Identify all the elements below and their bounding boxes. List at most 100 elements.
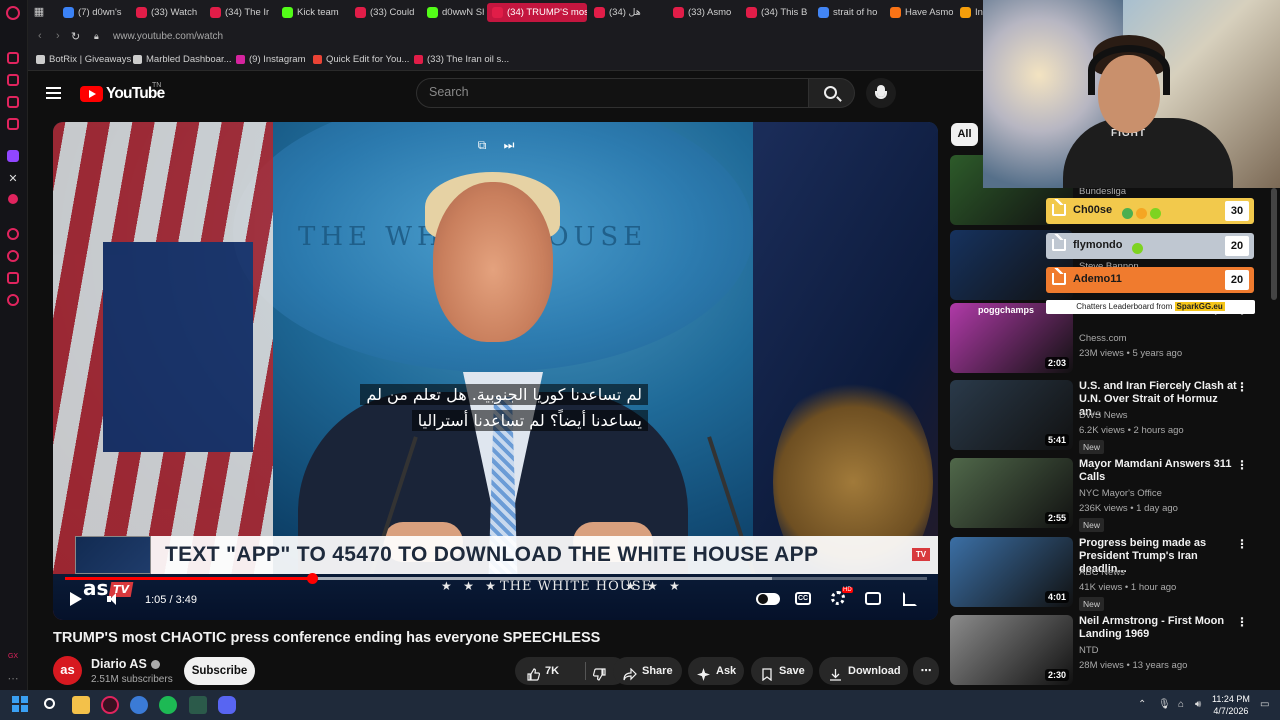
tray-volume-icon[interactable]: 🔊︎ xyxy=(1195,699,1201,710)
recommendation-channel[interactable]: ABC News xyxy=(1079,567,1125,578)
notification-icon[interactable]: ▭ xyxy=(1260,699,1269,710)
share-button[interactable]: Share xyxy=(613,657,682,685)
next-video-icon[interactable]: ⏭︎ xyxy=(501,138,517,152)
page-scrollbar[interactable] xyxy=(1271,188,1277,300)
spotify-icon[interactable] xyxy=(159,696,177,714)
search-button[interactable] xyxy=(809,78,855,108)
more-vert-icon[interactable]: ⋮ xyxy=(1236,615,1248,629)
browser-tab[interactable]: (33) Watch xyxy=(131,3,201,22)
windows-start-icon[interactable] xyxy=(12,696,30,714)
bookmark-item[interactable]: Marbled Dashboar... xyxy=(133,53,232,66)
recommendation-item[interactable]: 2:55 Mayor Mamdani Answers 311 Calls NYC M… xyxy=(950,458,1262,532)
sidebar-bag-icon[interactable] xyxy=(7,74,19,86)
recommendation-item[interactable]: 4:01 Progress being made as President Tru… xyxy=(950,537,1262,611)
recommendation-item[interactable]: 5:41 U.S. and Iran Fiercely Clash at U.N.… xyxy=(950,380,1262,454)
bookmark-item[interactable]: Quick Edit for You... xyxy=(313,53,409,66)
bookmark-item[interactable]: (9) Instagram xyxy=(236,53,306,66)
browser-tab[interactable]: Have Asmo xyxy=(885,3,953,22)
recommendation-item[interactable]: 2:30 Neil Armstrong - First Moon Landing … xyxy=(950,615,1262,687)
tab-menu-icon[interactable]: ▦ xyxy=(32,5,46,19)
more-actions-button[interactable]: ⋯ xyxy=(913,657,939,685)
file-explorer-icon[interactable] xyxy=(72,696,90,714)
sidebar-history-icon[interactable] xyxy=(7,250,19,262)
youtube-logo[interactable]: YouTube TN xyxy=(80,82,170,106)
recommendation-thumbnail[interactable]: 5:41 xyxy=(950,380,1073,450)
volume-icon[interactable] xyxy=(107,592,121,606)
fullscreen-icon[interactable] xyxy=(903,592,917,606)
discord-icon[interactable] xyxy=(218,696,236,714)
recommendation-channel[interactable]: DWS News xyxy=(1079,410,1128,421)
tray-mic-icon[interactable]: 🎙︎ xyxy=(1158,699,1171,710)
browser-tab[interactable]: (34) TRUMP'S most xyxy=(487,3,587,22)
more-vert-icon[interactable]: ⋮ xyxy=(1236,458,1248,472)
recommendation-thumbnail[interactable]: 4:01 xyxy=(950,537,1073,607)
chip-all[interactable]: All xyxy=(951,123,978,146)
tab-favicon-icon xyxy=(427,7,438,18)
hamburger-menu-icon[interactable] xyxy=(46,87,61,99)
bookmark-item[interactable]: (33) The Iran oil s... xyxy=(414,53,509,66)
browser-tab[interactable]: (34) هل xyxy=(589,3,665,22)
thumbs-up-icon[interactable] xyxy=(527,664,541,681)
ask-button[interactable]: Ask xyxy=(688,657,744,685)
taskbar-clock[interactable]: 11:24 PM 4/7/2026 xyxy=(1212,693,1250,717)
more-vert-icon[interactable]: ⋮ xyxy=(1236,380,1248,394)
sidebar-x-icon[interactable]: ✕ xyxy=(6,172,20,186)
reload-icon[interactable]: ↻ xyxy=(71,30,80,43)
recommendation-title[interactable]: Neil Armstrong - First Moon Landing 1969 xyxy=(1079,615,1239,641)
sidebar-more-icon[interactable]: ⋯ xyxy=(6,672,20,686)
browser-tab[interactable]: strait of ho xyxy=(813,3,883,22)
miniplayer-icon[interactable]: ⧉ xyxy=(474,138,490,152)
video-player[interactable]: THE WHITE HOUSE ⧉ ⏭︎ لم تساعدنا كوريا ال… xyxy=(53,122,938,620)
tray-network-icon[interactable]: ⌂ xyxy=(1178,699,1184,710)
sidebar-youtube-icon[interactable] xyxy=(8,194,18,204)
browser-tab[interactable]: (33) Asmo xyxy=(668,3,738,22)
play-button[interactable] xyxy=(70,592,82,606)
opera-gx-taskbar-icon[interactable] xyxy=(101,696,119,714)
thumbs-down-icon[interactable] xyxy=(592,664,606,681)
sidebar-aria-icon[interactable] xyxy=(7,52,19,64)
more-vert-icon[interactable]: ⋮ xyxy=(1236,537,1248,551)
autoplay-toggle[interactable] xyxy=(756,593,780,605)
sidebar-chat-icon[interactable] xyxy=(7,118,19,130)
recommendation-title[interactable]: Mayor Mamdani Answers 311 Calls xyxy=(1079,458,1239,484)
search-input[interactable] xyxy=(429,85,789,99)
bookmark-item[interactable]: BotRix | Giveaways xyxy=(36,53,131,66)
sidebar-messenger-icon[interactable] xyxy=(7,96,19,108)
taskbar-search-icon[interactable] xyxy=(42,696,60,714)
browser-tab[interactable]: Kick team xyxy=(277,3,347,22)
browser-tab[interactable]: (34) This B xyxy=(741,3,811,22)
browser-tab[interactable]: d0wwN Sh xyxy=(422,3,484,22)
channel-avatar[interactable]: as xyxy=(53,656,82,685)
sidebar-gx-icon[interactable]: GX xyxy=(6,650,20,664)
recommendation-thumbnail[interactable]: 2:55 xyxy=(950,458,1073,528)
excel-like-icon[interactable] xyxy=(189,696,207,714)
sidebar-twitch-icon[interactable] xyxy=(7,150,19,162)
subscribe-button[interactable]: Subscribe xyxy=(184,657,255,685)
search-box[interactable] xyxy=(416,78,809,108)
sidebar-clock-icon[interactable] xyxy=(7,228,19,240)
browser-tab[interactable]: (7) d0wn's xyxy=(58,3,128,22)
captions-button[interactable]: CC xyxy=(795,592,811,605)
tray-expand-icon[interactable]: ⌃ xyxy=(1138,699,1146,710)
channel-name[interactable]: Diario AS xyxy=(91,657,160,671)
forward-icon[interactable]: › xyxy=(56,30,60,42)
recommendation-thumbnail[interactable]: 2:30 xyxy=(950,615,1073,685)
opera-logo-icon[interactable] xyxy=(6,6,20,20)
app-taskbar-icon[interactable] xyxy=(130,696,148,714)
back-icon[interactable]: ‹ xyxy=(38,30,42,42)
url-field[interactable]: www.youtube.com/watch xyxy=(113,31,223,42)
theater-mode-button[interactable] xyxy=(865,592,881,605)
settings-gear-icon[interactable]: HD xyxy=(831,587,853,605)
recommendation-channel[interactable]: NTD xyxy=(1079,645,1099,656)
voice-search-button[interactable] xyxy=(866,78,896,108)
recommendation-channel[interactable]: Chess.com xyxy=(1079,333,1127,344)
recommendation-channel[interactable]: NYC Mayor's Office xyxy=(1079,488,1162,499)
progress-bar[interactable] xyxy=(65,573,927,584)
save-button[interactable]: Save xyxy=(751,657,813,685)
sidebar-settings-icon[interactable] xyxy=(7,294,19,306)
browser-tab[interactable]: (33) Could xyxy=(350,3,420,22)
sidebar-pinboard-icon[interactable] xyxy=(7,272,19,284)
download-button[interactable]: Download xyxy=(819,657,908,685)
like-count[interactable]: 7K xyxy=(545,657,559,685)
browser-tab[interactable]: (34) The Ir xyxy=(205,3,275,22)
